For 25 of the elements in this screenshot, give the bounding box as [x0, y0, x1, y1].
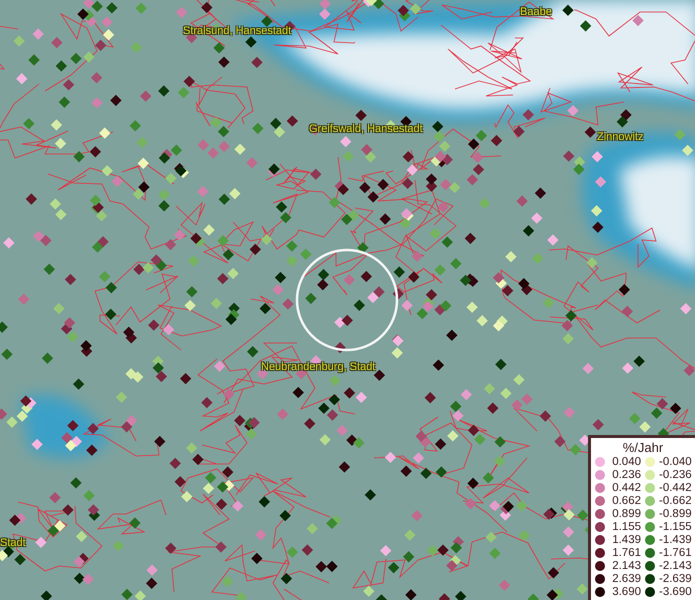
legend-value: -3.690 [659, 586, 691, 598]
legend-value: 1.439 [611, 534, 641, 546]
legend-value: -0.040 [659, 456, 691, 468]
place-label: Greifswald, Hansestadt [309, 123, 423, 135]
legend-value: -0.662 [659, 494, 691, 506]
legend-value: 3.690 [611, 586, 641, 598]
legend-value: 0.899 [611, 508, 641, 520]
legend-value: -0.899 [659, 508, 691, 520]
legend-value: 2.143 [611, 560, 641, 572]
legend-value: 0.236 [611, 468, 641, 480]
legend-value: -0.442 [659, 482, 691, 494]
legend-value: 0.662 [611, 494, 641, 506]
legend-value: 2.639 [611, 572, 641, 584]
legend-value: -0.236 [659, 468, 691, 480]
legend-value: 0.040 [611, 456, 641, 468]
legend-value: 0.442 [611, 482, 641, 494]
legend-value: -2.143 [659, 560, 691, 572]
legend-value: -2.639 [659, 572, 691, 584]
legend-value: -1.761 [659, 546, 691, 558]
place-label: Zinnowitz [597, 131, 644, 143]
legend-value: 1.761 [611, 546, 641, 558]
legend-value: -1.439 [659, 534, 691, 546]
legend-value: 1.155 [611, 520, 641, 532]
legend-value: -1.155 [659, 520, 691, 532]
legend-title: %/Jahr [622, 440, 664, 455]
